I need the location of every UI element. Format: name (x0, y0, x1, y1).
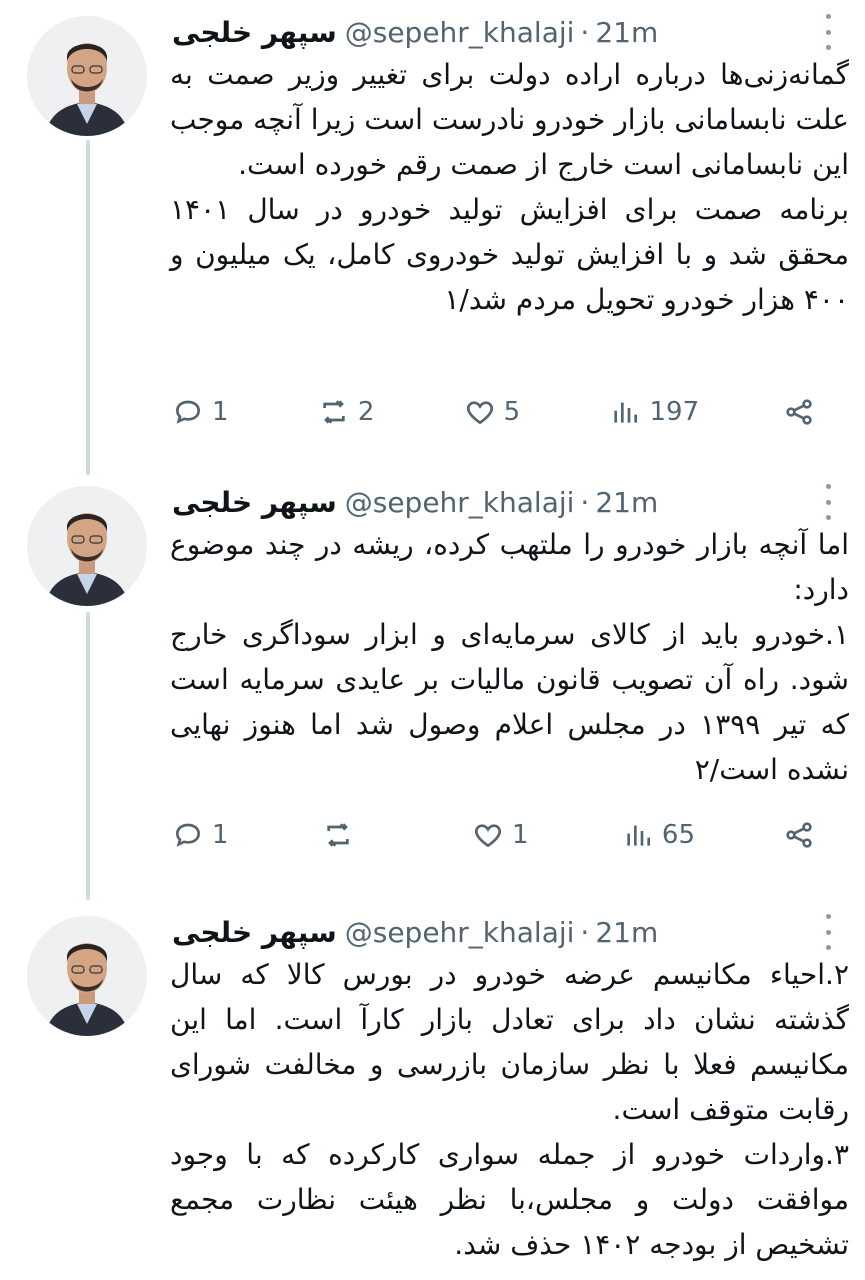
user-handle[interactable]: @sepehr_khalaji (345, 486, 575, 519)
share-icon (786, 399, 812, 425)
tweet-text: گمانه‌زنی‌ها درباره اراده دولت برای تغیی… (170, 52, 849, 322)
tweet-text: اما آنچه بازار خودرو را ملتهب کرده، ریشه… (170, 522, 849, 792)
tweet-header: سپهر خلجی @sepehr_khalaji · 21m (172, 910, 809, 954)
share-button[interactable] (775, 819, 815, 851)
timestamp[interactable]: 21m (595, 916, 658, 949)
like-button[interactable]: 5 (464, 396, 534, 428)
tweet-actions: 1 2 5 197 (172, 392, 815, 432)
views-icon (614, 402, 638, 423)
timestamp[interactable]: 21m (595, 16, 658, 49)
views-count: 197 (649, 397, 700, 427)
like-icon (466, 401, 493, 425)
more-icon[interactable] (821, 14, 835, 50)
display-name[interactable]: سپهر خلجی (172, 486, 337, 519)
like-icon (474, 824, 501, 848)
reply-button[interactable]: 1 (172, 396, 242, 428)
tweet-paragraph: ۱.خودرو باید از کالای سرمایه‌ای و ابزار … (170, 618, 849, 786)
like-button[interactable]: 1 (472, 819, 542, 851)
display-name[interactable]: سپهر خلجی (172, 16, 337, 49)
like-count: 5 (503, 397, 521, 427)
tweet[interactable]: سپهر خلجی @sepehr_khalaji · 21m ۲.احیاء … (0, 900, 865, 1280)
tweet-header: سپهر خلجی @sepehr_khalaji · 21m (172, 480, 809, 524)
views-icon (627, 825, 650, 846)
reply-count: 1 (212, 820, 229, 850)
avatar[interactable] (27, 916, 147, 1036)
views-button[interactable]: 197 (609, 396, 699, 428)
reply-icon (175, 823, 201, 847)
more-icon[interactable] (821, 484, 835, 520)
retweet-button[interactable] (322, 819, 392, 851)
share-icon (786, 822, 812, 848)
display-name[interactable]: سپهر خلجی (172, 916, 337, 949)
reply-button[interactable]: 1 (172, 819, 242, 851)
separator: · (580, 915, 590, 949)
tweet-paragraph: برنامه صمت برای افزایش تولید خودرو در سا… (170, 193, 849, 316)
share-button[interactable] (775, 396, 815, 428)
tweet-text: ۲.احیاء مکانیسم عرضه خودرو در بورس کالا … (170, 952, 849, 1267)
tweet-paragraph: ۳.واردات خودرو از جمله سواری کارکرده که … (170, 1138, 849, 1261)
tweet-header: سپهر خلجی @sepehr_khalaji · 21m (172, 10, 809, 54)
tweet-actions: 1 1 65 (172, 815, 815, 855)
retweet-count: 2 (357, 397, 375, 427)
separator: · (580, 485, 590, 519)
avatar[interactable] (27, 486, 147, 606)
reply-icon (175, 400, 201, 424)
views-count: 65 (661, 820, 695, 850)
tweet-paragraph: گمانه‌زنی‌ها درباره اراده دولت برای تغیی… (170, 58, 849, 181)
more-icon[interactable] (821, 914, 835, 950)
tweet-paragraph: اما آنچه بازار خودرو را ملتهب کرده، ریشه… (170, 528, 849, 606)
tweet[interactable]: سپهر خلجی @sepehr_khalaji · 21m گمانه‌زن… (0, 0, 865, 470)
user-handle[interactable]: @sepehr_khalaji (345, 916, 575, 949)
views-button[interactable]: 65 (622, 819, 695, 851)
retweet-button[interactable]: 2 (318, 396, 388, 428)
separator: · (580, 15, 590, 49)
user-handle[interactable]: @sepehr_khalaji (345, 16, 575, 49)
retweet-icon (323, 400, 345, 424)
timestamp[interactable]: 21m (595, 486, 658, 519)
tweet-paragraph: ۲.احیاء مکانیسم عرضه خودرو در بورس کالا … (170, 958, 849, 1126)
like-count: 1 (511, 820, 529, 850)
retweet-icon (327, 823, 349, 847)
tweet[interactable]: سپهر خلجی @sepehr_khalaji · 21m اما آنچه… (0, 470, 865, 900)
avatar[interactable] (27, 16, 147, 136)
reply-count: 1 (212, 397, 229, 427)
